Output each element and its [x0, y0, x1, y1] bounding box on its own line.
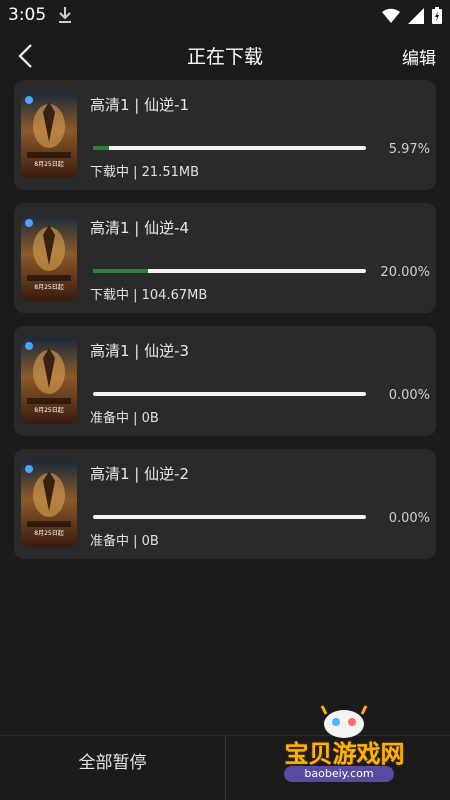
video-thumbnail: 8月25日起: [21, 338, 77, 424]
download-item[interactable]: 8月25日起 高清1 | 仙逆-2 0.00% 准备中 | 0B: [14, 449, 436, 559]
progress-fill: [93, 269, 148, 273]
video-thumbnail: 8月25日起: [21, 461, 77, 547]
download-item[interactable]: 8月25日起 高清1 | 仙逆-1 5.97% 下载中 | 21.51MB: [14, 80, 436, 190]
download-status: 准备中 | 0B: [90, 534, 159, 549]
signal-icon: [408, 7, 424, 28]
download-title: 高清1 | 仙逆-4: [90, 219, 190, 237]
download-item[interactable]: 8月25日起 高清1 | 仙逆-3 0.00% 准备中 | 0B: [14, 326, 436, 436]
app-bar: 正在下载 编辑: [0, 32, 450, 80]
edit-button[interactable]: 编辑: [402, 44, 436, 69]
download-status: 下载中 | 104.67MB: [90, 288, 208, 303]
svg-text:8月25日起: 8月25日起: [34, 529, 63, 537]
watermark-url: baobeiy.com: [284, 766, 394, 782]
battery-icon: [432, 7, 442, 28]
progress-fill: [93, 146, 110, 150]
download-title: 高清1 | 仙逆-3: [90, 342, 190, 360]
svg-text:8月25日起: 8月25日起: [34, 160, 63, 168]
status-time: 3:05: [8, 5, 47, 25]
download-item[interactable]: 8月25日起 高清1 | 仙逆-4 20.00% 下载中 | 104.67MB: [14, 203, 436, 313]
page-title: 正在下载: [186, 46, 263, 68]
watermark-logo: 宝贝游戏网 baobeiy.com: [272, 700, 442, 790]
progress-percent: 0.00%: [388, 388, 430, 403]
svg-text:8月25日起: 8月25日起: [34, 406, 63, 414]
download-icon: [58, 6, 72, 28]
status-bar: 3:05: [0, 0, 450, 32]
video-thumbnail: 8月25日起: [21, 215, 77, 301]
download-title: 高清1 | 仙逆-2: [90, 465, 190, 483]
progress-bar: [93, 269, 366, 273]
download-title: 高清1 | 仙逆-1: [90, 96, 190, 114]
download-status: 下载中 | 21.51MB: [90, 165, 199, 180]
progress-percent: 0.00%: [388, 511, 430, 526]
svg-text:8月25日起: 8月25日起: [34, 283, 63, 291]
watermark-text: 宝贝游戏网: [284, 740, 405, 768]
progress-percent: 20.00%: [380, 265, 430, 280]
download-status: 准备中 | 0B: [90, 411, 159, 426]
wifi-icon: [382, 8, 400, 28]
video-thumbnail: 8月25日起: [21, 92, 77, 178]
pause-all-button[interactable]: 全部暂停: [0, 736, 225, 800]
progress-bar: [93, 515, 366, 519]
progress-bar: [93, 392, 366, 396]
progress-bar: [93, 146, 366, 150]
progress-percent: 5.97%: [388, 142, 430, 157]
download-list: 8月25日起 高清1 | 仙逆-1 5.97% 下载中 | 21.51MB 8月…: [14, 80, 436, 572]
